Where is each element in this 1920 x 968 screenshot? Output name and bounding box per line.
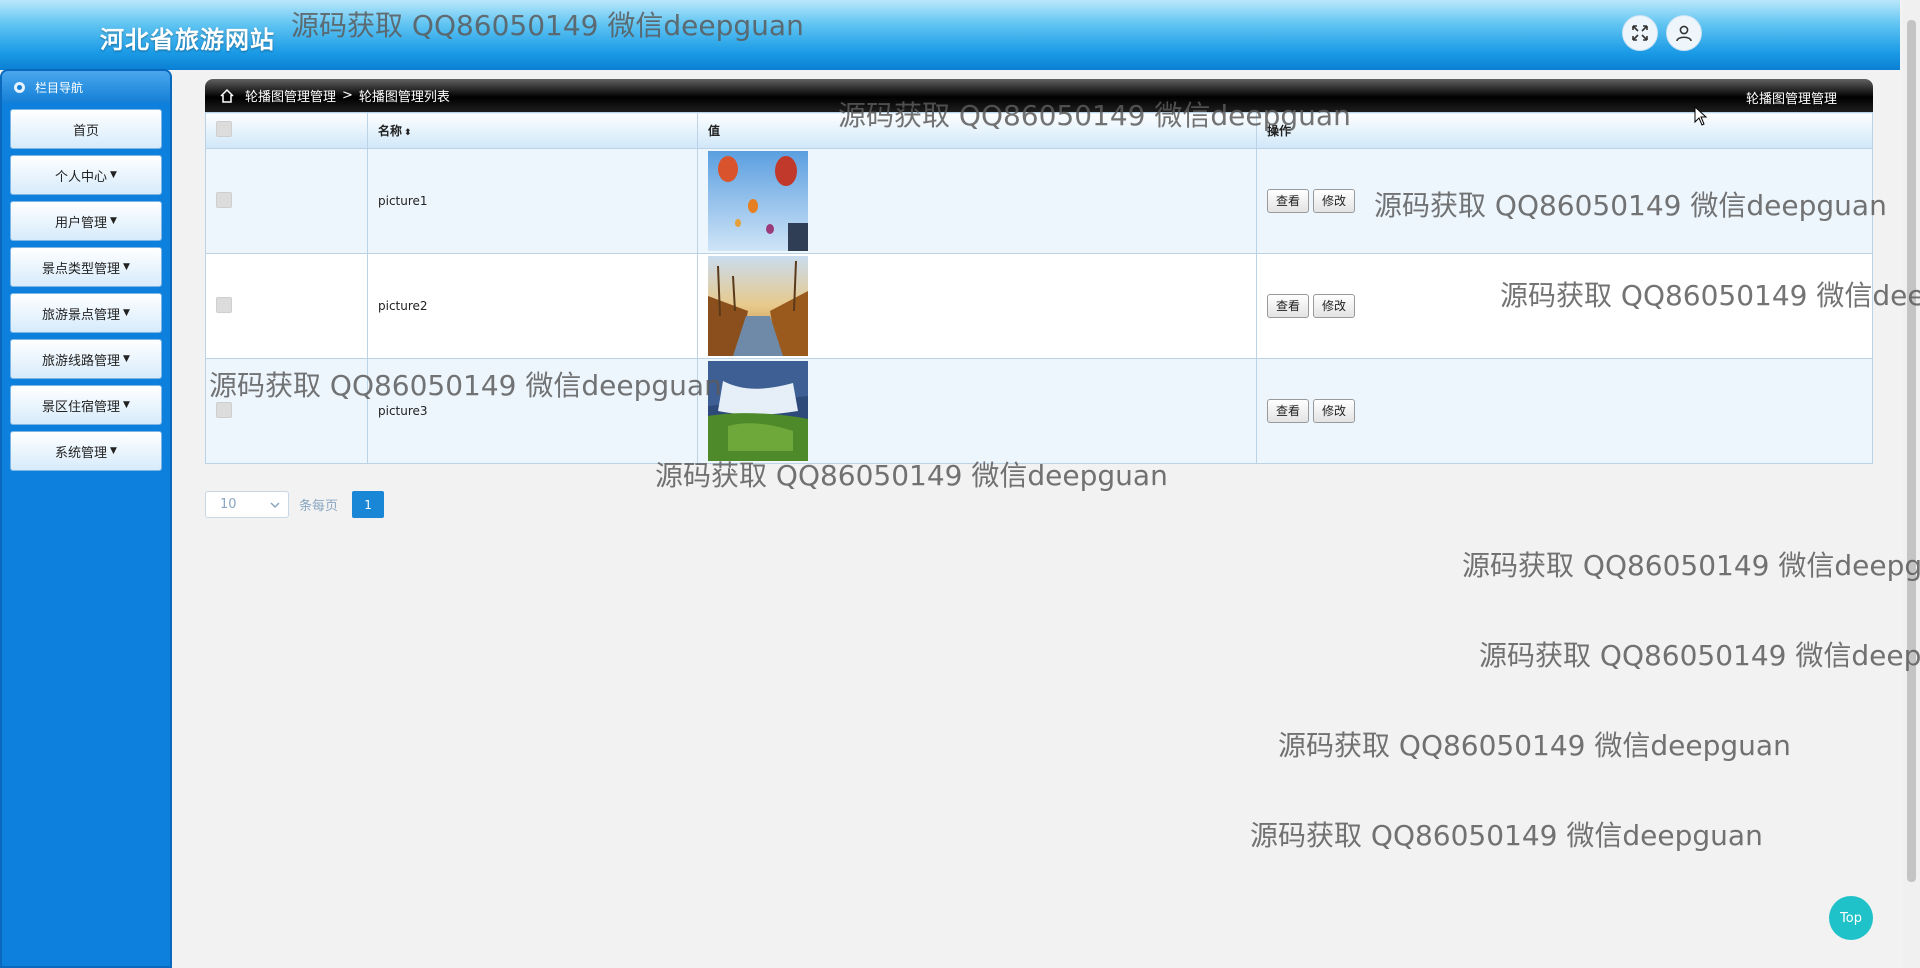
user-icon	[1676, 25, 1692, 42]
table-header-row: 名称 ⬍ 值 操作	[205, 112, 1873, 149]
sidebar-item-scenic-spot-management[interactable]: 旅游景点管理 ▼	[10, 293, 162, 333]
breadcrumb-current: 轮播图管理列表	[358, 90, 450, 105]
home-icon[interactable]	[219, 88, 235, 104]
sidebar-item-personal-center[interactable]: 个人中心 ▼	[10, 155, 162, 195]
edit-button[interactable]: 修改	[1313, 294, 1356, 318]
sidebar-item-label: 旅游线路管理	[42, 353, 121, 369]
actions-column-header: 操作	[1256, 112, 1873, 149]
view-button[interactable]: 查看	[1267, 294, 1310, 318]
sidebar-heading: 栏目导航	[2, 71, 170, 103]
watermark-text: 源码获取 QQ86050149 微信deepguan	[1462, 549, 1920, 582]
breadcrumb-parent[interactable]: 轮播图管理管理	[245, 86, 336, 105]
per-page-label: 条每页	[299, 499, 339, 514]
row-image-cell	[697, 253, 1257, 359]
sidebar-item-lodging-management[interactable]: 景区住宿管理 ▼	[10, 385, 162, 425]
view-button[interactable]: 查看	[1267, 399, 1310, 423]
row-image-cell	[697, 358, 1257, 464]
sidebar-item-route-management[interactable]: 旅游线路管理 ▼	[10, 339, 162, 379]
sidebar-item-home[interactable]: 首页	[10, 109, 162, 149]
watermark-text: 源码获取 QQ86050149 微信deepguan	[1479, 639, 1920, 672]
watermark-text: 源码获取 QQ86050149 微信deepguan	[1250, 819, 1763, 852]
sidebar-item-label: 个人中心	[55, 169, 108, 185]
sidebar-item-scenic-type-management[interactable]: 景点类型管理 ▼	[10, 247, 162, 287]
waterfall-image	[708, 361, 808, 461]
sidebar: 栏目导航 首页 个人中心 ▼ 用户管理 ▼ 景点类型管理 ▼ 旅游景点管理 ▼ 旅游线路…	[0, 69, 172, 968]
select-all-checkbox[interactable]	[216, 121, 232, 137]
user-button[interactable]	[1666, 15, 1702, 51]
sidebar-item-label: 旅游景点管理	[42, 307, 121, 323]
row-name: picture1	[367, 148, 698, 254]
row-checkbox[interactable]	[216, 296, 232, 313]
caret-down-icon: ▼	[110, 446, 117, 456]
value-column-header: 值	[697, 112, 1257, 149]
caret-down-icon: ▼	[110, 170, 117, 180]
section-title: 轮播图管理管理	[1745, 92, 1837, 107]
row-select-cell	[205, 253, 368, 359]
pagination: 10 条每页 1	[205, 491, 385, 518]
watermark-text: 源码获取 QQ86050149 微信deepguan	[1278, 729, 1791, 762]
name-header-label: 名称	[378, 124, 403, 138]
sidebar-item-label: 首页	[72, 123, 99, 139]
chevron-down-icon	[270, 501, 280, 508]
row-name: picture3	[367, 358, 698, 464]
sort-icon[interactable]: ⬍	[404, 128, 412, 138]
row-select-cell	[205, 358, 368, 464]
sidebar-item-label: 系统管理	[55, 445, 108, 461]
edit-button[interactable]: 修改	[1313, 399, 1356, 423]
sidebar-item-label: 景区住宿管理	[42, 399, 121, 415]
sidebar-menu: 首页 个人中心 ▼ 用户管理 ▼ 景点类型管理 ▼ 旅游景点管理 ▼ 旅游线路管理 ▼ 景…	[2, 103, 170, 483]
table-row: picture3 查看 修改	[205, 358, 1873, 464]
autumn-image	[708, 256, 808, 356]
row-image-cell	[697, 148, 1257, 254]
mouse-cursor-icon	[1694, 106, 1708, 126]
top-header: 河北省旅游网站	[0, 0, 1900, 70]
breadcrumb-separator: >	[342, 88, 353, 103]
sidebar-item-label: 景点类型管理	[42, 261, 121, 277]
row-actions: 查看 修改	[1256, 358, 1873, 464]
row-actions: 查看 修改	[1256, 253, 1873, 359]
balloon-image	[708, 151, 808, 251]
row-checkbox[interactable]	[216, 401, 232, 418]
table-row: picture2 查看 修改	[205, 253, 1873, 359]
row-name: picture2	[367, 253, 698, 359]
caret-down-icon: ▼	[123, 354, 130, 364]
row-select-cell	[205, 148, 368, 254]
page-size-value: 10	[220, 497, 237, 512]
table-row: picture1 查看 修改	[205, 148, 1873, 254]
view-button[interactable]: 查看	[1267, 189, 1310, 213]
sidebar-heading-label: 栏目导航	[35, 80, 84, 95]
breadcrumb: 轮播图管理管理 > 轮播图管理列表 轮播图管理管理	[205, 79, 1873, 112]
back-to-top-button[interactable]: Top	[1829, 896, 1873, 940]
page-button-1[interactable]: 1	[352, 491, 385, 518]
sidebar-item-label: 用户管理	[55, 215, 108, 231]
sidebar-item-user-management[interactable]: 用户管理 ▼	[10, 201, 162, 241]
fullscreen-icon	[1632, 25, 1648, 41]
select-all-cell	[205, 112, 368, 149]
page-scrollbar[interactable]	[1903, 0, 1920, 968]
edit-button[interactable]: 修改	[1313, 189, 1356, 213]
carousel-table: 名称 ⬍ 值 操作 picture1 查看 修改 picture2 查看 修改 …	[205, 112, 1873, 464]
site-title: 河北省旅游网站	[100, 26, 275, 54]
row-actions: 查看 修改	[1256, 148, 1873, 254]
caret-down-icon: ▼	[123, 400, 130, 410]
fullscreen-button[interactable]	[1622, 15, 1658, 51]
sidebar-item-system-management[interactable]: 系统管理 ▼	[10, 431, 162, 471]
caret-down-icon: ▼	[123, 262, 130, 272]
caret-down-icon: ▼	[110, 216, 117, 226]
row-checkbox[interactable]	[216, 191, 232, 208]
name-column-header[interactable]: 名称 ⬍	[367, 112, 698, 149]
page-size-select[interactable]: 10	[205, 491, 289, 518]
scrollbar-thumb[interactable]	[1907, 20, 1916, 882]
nav-dot-icon	[14, 81, 25, 93]
caret-down-icon: ▼	[123, 308, 130, 318]
